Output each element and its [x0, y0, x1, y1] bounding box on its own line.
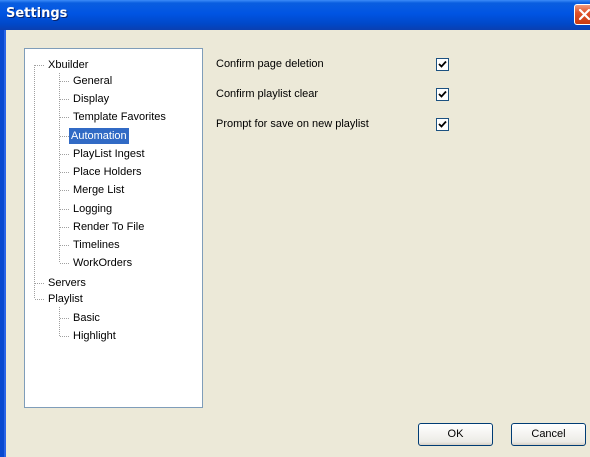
tree-node-servers[interactable]: Servers [46, 275, 88, 291]
tree-node-automation[interactable]: Automation [69, 128, 129, 144]
tree-node-display[interactable]: Display [71, 91, 111, 107]
title-bar[interactable]: Settings [0, 0, 590, 30]
tree-node-xbuilder[interactable]: Xbuilder [46, 57, 90, 73]
close-icon [578, 8, 590, 21]
tree-node-basic[interactable]: Basic [71, 310, 102, 326]
tree-node-merge-list[interactable]: Merge List [71, 182, 126, 198]
tree-node-timelines[interactable]: Timelines [71, 237, 122, 253]
tree-node-highlight[interactable]: Highlight [71, 328, 118, 344]
close-button[interactable] [574, 4, 590, 25]
prompt-save-new-playlist-checkbox[interactable] [436, 118, 449, 131]
prompt-save-new-playlist-label: Prompt for save on new playlist [216, 118, 369, 130]
tree-node-render-to-file[interactable]: Render To File [71, 219, 146, 235]
ok-button[interactable]: OK [418, 423, 493, 446]
tree-node-logging[interactable]: Logging [71, 201, 114, 217]
tree-node-playlist[interactable]: Playlist [46, 291, 85, 307]
confirm-page-deletion-label: Confirm page deletion [216, 58, 324, 70]
window-frame-inner [4, 30, 6, 457]
confirm-page-deletion-checkbox[interactable] [436, 58, 449, 71]
tree-node-workorders[interactable]: WorkOrders [71, 255, 134, 271]
checkmark-icon [438, 120, 447, 128]
tree-node-playlist-ingest[interactable]: PlayList Ingest [71, 146, 147, 162]
window-title: Settings [6, 6, 68, 21]
tree-node-general[interactable]: General [71, 73, 114, 89]
tree-node-place-holders[interactable]: Place Holders [71, 164, 143, 180]
cancel-button[interactable]: Cancel [511, 423, 586, 446]
settings-tree[interactable]: Xbuilder General Display Template Favori… [24, 48, 203, 408]
checkmark-icon [438, 90, 447, 98]
confirm-playlist-clear-checkbox[interactable] [436, 88, 449, 101]
confirm-playlist-clear-label: Confirm playlist clear [216, 88, 319, 100]
settings-dialog: Settings Xbuilder General Display Templa… [0, 0, 590, 457]
tree-node-template-favorites[interactable]: Template Favorites [71, 109, 168, 125]
checkmark-icon [438, 60, 447, 68]
